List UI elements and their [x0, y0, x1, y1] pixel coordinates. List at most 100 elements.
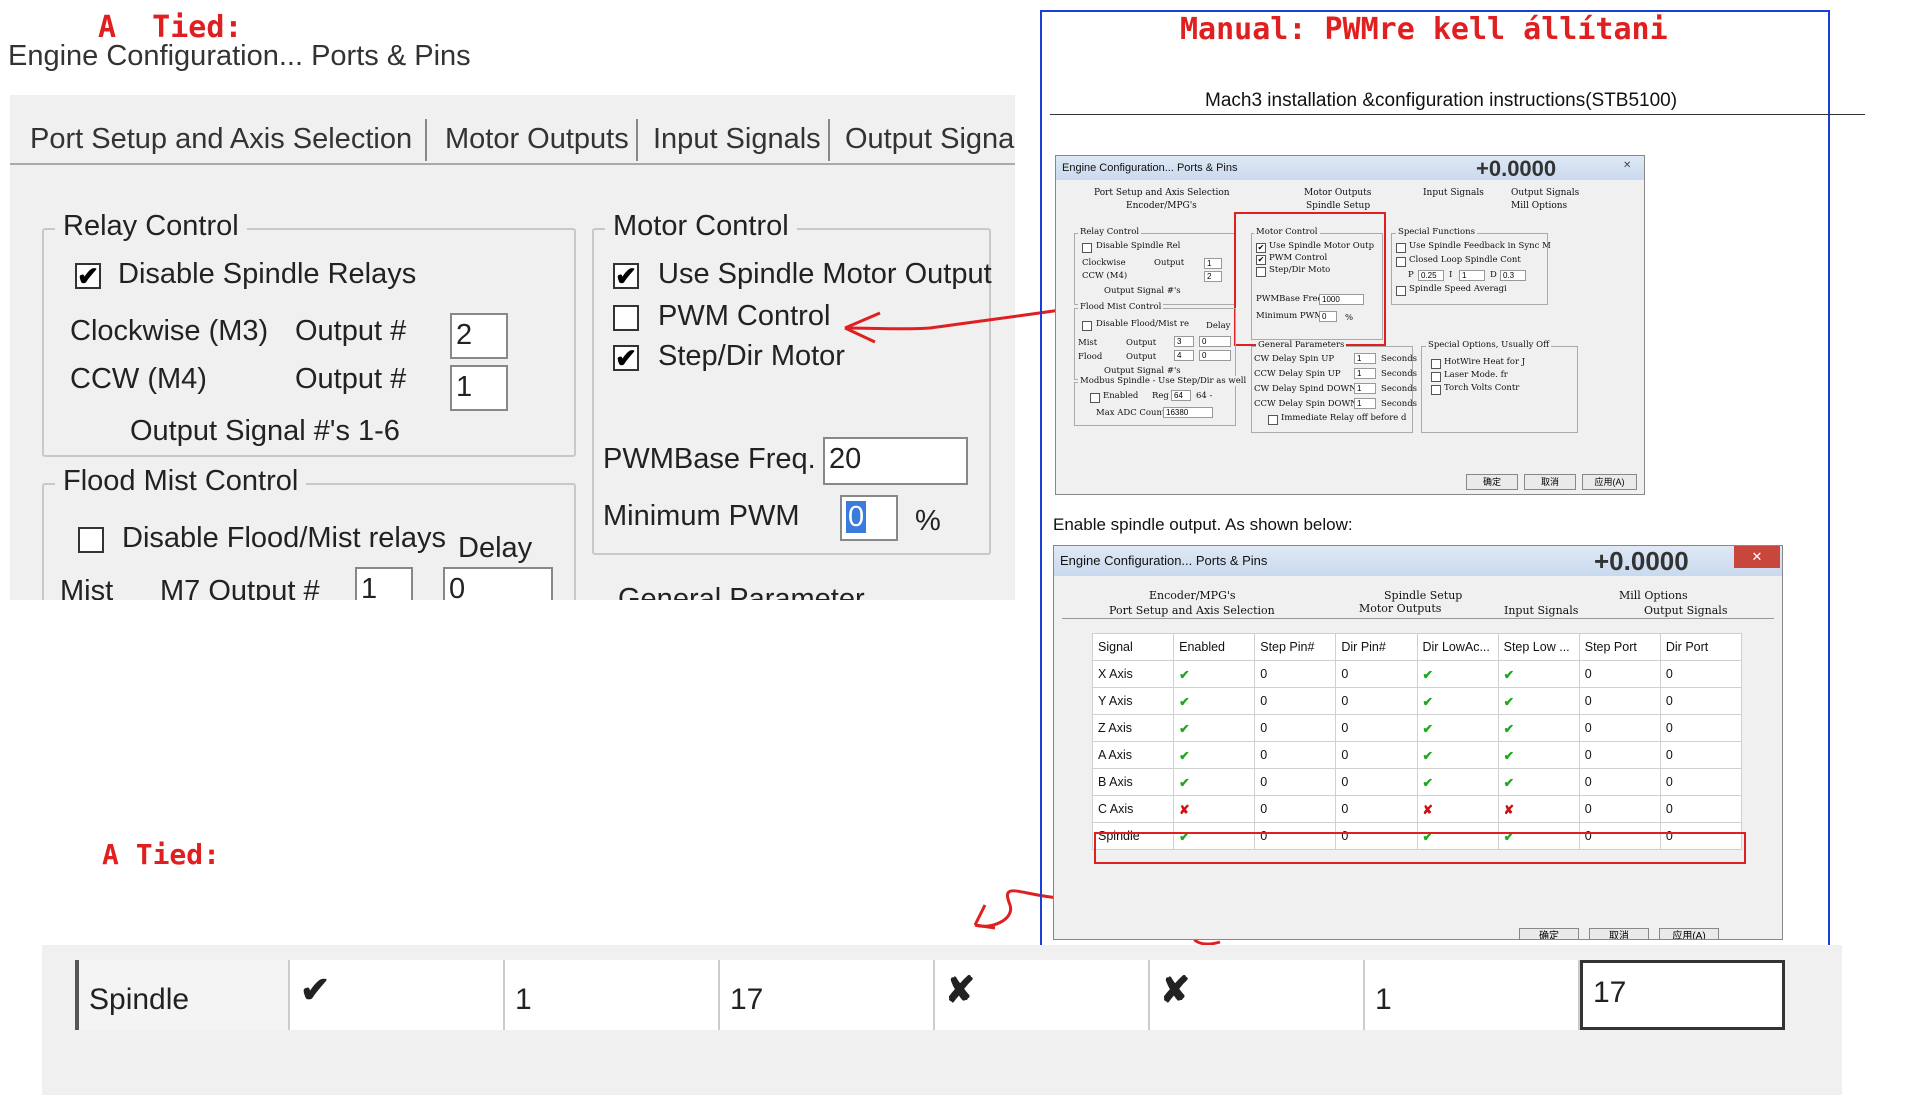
- table-cell[interactable]: 0: [1335, 741, 1418, 769]
- s-ccw-spin-up-input[interactable]: 1: [1354, 368, 1376, 379]
- s-d-input[interactable]: 0.3: [1500, 270, 1526, 281]
- table-cell[interactable]: 0: [1659, 795, 1743, 823]
- s-flood-delay-input[interactable]: 0: [1199, 350, 1231, 361]
- s-modbus-reg-suffix: 64 -: [1196, 391, 1213, 401]
- table-cell[interactable]: ✔: [1416, 687, 1499, 715]
- m-ok-button[interactable]: 确定: [1519, 928, 1579, 939]
- table-cell-signal: X Axis: [1091, 660, 1175, 688]
- table-cell[interactable]: ✔: [1497, 714, 1580, 742]
- table-cell[interactable]: ✔: [1173, 768, 1256, 796]
- s-speed-avg-checkbox[interactable]: [1396, 286, 1406, 296]
- table-cell[interactable]: 0: [1254, 660, 1337, 688]
- table-cell[interactable]: 0: [1659, 660, 1743, 688]
- table-cell[interactable]: 0: [1578, 768, 1661, 796]
- bottom-cell-step-pin[interactable]: 1: [505, 960, 720, 1030]
- bottom-cell-dir-port[interactable]: 17: [1580, 960, 1785, 1030]
- table-cell[interactable]: ✔: [1497, 687, 1580, 715]
- motor-close-button[interactable]: ✕: [1734, 546, 1780, 568]
- s-disable-relay-checkbox[interactable]: [1082, 243, 1092, 253]
- s-max-adc-input[interactable]: 16380: [1163, 407, 1213, 418]
- table-cell[interactable]: 0: [1578, 714, 1661, 742]
- m-apply-button[interactable]: 应用(A): [1659, 928, 1719, 939]
- s-ccw-spin-down-input[interactable]: 1: [1354, 398, 1376, 409]
- table-cell[interactable]: ✔: [1173, 687, 1256, 715]
- s-mist-delay-input[interactable]: 0: [1199, 336, 1231, 347]
- table-cell[interactable]: 0: [1254, 687, 1337, 715]
- s-modbus-enabled-checkbox[interactable]: [1090, 393, 1100, 403]
- bottom-cell-step-low-active[interactable]: ✘: [1150, 960, 1365, 1030]
- s-torch-checkbox[interactable]: [1431, 385, 1441, 395]
- stab-output-signals[interactable]: Output Signals: [1511, 188, 1579, 198]
- s-cw-input[interactable]: 1: [1204, 258, 1222, 269]
- mtab-motor-outputs[interactable]: Motor Outputs: [1359, 602, 1441, 615]
- s-disable-flood-checkbox[interactable]: [1082, 321, 1092, 331]
- s-laser-checkbox[interactable]: [1431, 372, 1441, 382]
- mtab-encoder[interactable]: Encoder/MPG's: [1149, 589, 1236, 602]
- mtab-spindle-setup[interactable]: Spindle Setup: [1384, 589, 1462, 602]
- s-feedback-checkbox[interactable]: [1396, 243, 1406, 253]
- s-modbus-reg-input[interactable]: 64: [1171, 390, 1191, 401]
- table-cell[interactable]: ✔: [1497, 768, 1580, 796]
- table-cell[interactable]: ✘: [1173, 795, 1256, 823]
- table-cell[interactable]: 0: [1659, 768, 1743, 796]
- table-cell[interactable]: 0: [1659, 687, 1743, 715]
- s-mist-input[interactable]: 3: [1174, 336, 1194, 347]
- bottom-cell-dir-low-active[interactable]: ✘: [935, 960, 1150, 1030]
- table-cell[interactable]: ✔: [1497, 660, 1580, 688]
- table-cell[interactable]: 0: [1659, 714, 1743, 742]
- table-cell[interactable]: ✘: [1416, 795, 1499, 823]
- table-cell[interactable]: ✘: [1497, 795, 1580, 823]
- s-ok-button[interactable]: 确定: [1466, 474, 1518, 490]
- stab-encoder[interactable]: Encoder/MPG's: [1126, 201, 1197, 211]
- table-cell[interactable]: ✔: [1173, 660, 1256, 688]
- s-special-options-title: Special Options, Usually Off: [1426, 340, 1552, 350]
- table-cell[interactable]: ✔: [1416, 768, 1499, 796]
- mtab-port-setup[interactable]: Port Setup and Axis Selection: [1109, 604, 1275, 617]
- table-cell[interactable]: 0: [1254, 768, 1337, 796]
- table-cell[interactable]: ✔: [1416, 741, 1499, 769]
- table-cell[interactable]: ✔: [1173, 741, 1256, 769]
- table-cell[interactable]: ✔: [1416, 660, 1499, 688]
- close-icon[interactable]: ✕: [1623, 160, 1631, 171]
- table-cell[interactable]: 0: [1578, 795, 1661, 823]
- stab-spindle-setup[interactable]: Spindle Setup: [1306, 201, 1370, 211]
- s-cancel-button[interactable]: 取消: [1524, 474, 1576, 490]
- mtab-input-signals[interactable]: Input Signals: [1504, 604, 1578, 617]
- mtab-output-signals[interactable]: Output Signals: [1644, 604, 1727, 617]
- table-cell[interactable]: 0: [1578, 741, 1661, 769]
- s-cw-spin-up-input[interactable]: 1: [1354, 353, 1376, 364]
- s-hotwire-label: HotWire Heat for J: [1444, 357, 1526, 367]
- s-p-input[interactable]: 0.25: [1418, 270, 1444, 281]
- table-cell[interactable]: ✔: [1416, 714, 1499, 742]
- table-cell[interactable]: ✔: [1497, 741, 1580, 769]
- stab-port-setup[interactable]: Port Setup and Axis Selection: [1094, 188, 1230, 198]
- table-cell[interactable]: 0: [1335, 714, 1418, 742]
- s-ccw-input[interactable]: 2: [1204, 271, 1222, 282]
- bottom-cell-step-port[interactable]: 1: [1365, 960, 1580, 1030]
- s-closed-loop-checkbox[interactable]: [1396, 257, 1406, 267]
- table-cell[interactable]: ✔: [1173, 714, 1256, 742]
- table-cell[interactable]: 0: [1254, 741, 1337, 769]
- mtab-mill-options[interactable]: Mill Options: [1619, 589, 1688, 602]
- s-immediate-checkbox[interactable]: [1268, 415, 1278, 425]
- table-cell[interactable]: 0: [1335, 795, 1418, 823]
- stab-mill-options[interactable]: Mill Options: [1511, 201, 1567, 211]
- s-flood-input[interactable]: 4: [1174, 350, 1194, 361]
- table-cell[interactable]: 0: [1335, 687, 1418, 715]
- table-cell[interactable]: 0: [1254, 714, 1337, 742]
- table-cell[interactable]: 0: [1578, 687, 1661, 715]
- s-cw-spin-down-input[interactable]: 1: [1354, 383, 1376, 394]
- s-apply-button[interactable]: 应用(A): [1582, 474, 1637, 490]
- bottom-cell-dir-pin[interactable]: 17: [720, 960, 935, 1030]
- m-cancel-button[interactable]: 取消: [1589, 928, 1649, 939]
- table-cell[interactable]: 0: [1335, 660, 1418, 688]
- table-cell[interactable]: 0: [1254, 795, 1337, 823]
- table-cell[interactable]: 0: [1335, 768, 1418, 796]
- bottom-cell-enabled[interactable]: ✔: [290, 960, 505, 1030]
- s-hotwire-checkbox[interactable]: [1431, 359, 1441, 369]
- stab-input-signals[interactable]: Input Signals: [1423, 188, 1484, 198]
- s-i-input[interactable]: 1: [1459, 270, 1485, 281]
- table-cell[interactable]: 0: [1659, 741, 1743, 769]
- stab-motor-outputs[interactable]: Motor Outputs: [1304, 188, 1371, 198]
- table-cell[interactable]: 0: [1578, 660, 1661, 688]
